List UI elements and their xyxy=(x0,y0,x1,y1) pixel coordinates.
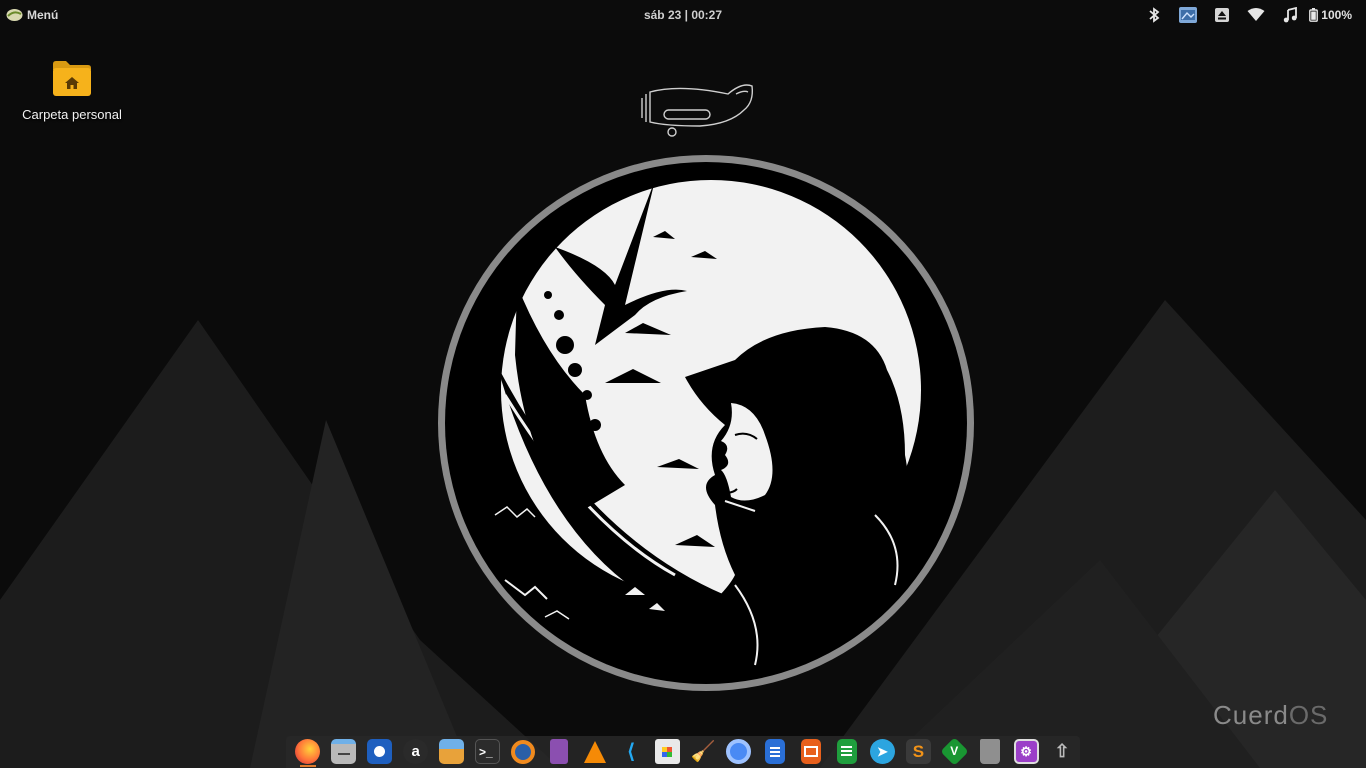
battery-percentage: 100% xyxy=(1321,8,1352,22)
chromium-icon xyxy=(726,739,752,764)
vscode-icon: ⟨ xyxy=(627,741,636,763)
dock-item-trash[interactable] xyxy=(972,736,1008,766)
dock-item-database[interactable] xyxy=(541,736,577,766)
airplane-logo xyxy=(641,84,754,137)
trash-icon xyxy=(980,739,1001,764)
dock-item-terminal[interactable]: >_ xyxy=(470,736,506,766)
battery-indicator[interactable]: 100% xyxy=(1309,8,1352,22)
terminal-icon: >_ xyxy=(474,739,500,764)
dock-item-vlc[interactable] xyxy=(577,736,613,766)
wallpaper-emblem xyxy=(438,155,974,691)
distro-brand-text: CuerdOS xyxy=(1213,700,1328,731)
cleaner-icon: 🧹 xyxy=(690,741,716,763)
distro-logo-icon xyxy=(6,9,23,21)
software-store-icon xyxy=(654,739,680,764)
calc-icon xyxy=(836,739,857,764)
top-panel: Menú sáb 23 | 00:27 100% xyxy=(0,0,1366,30)
sublime-text-icon: S xyxy=(905,739,931,764)
home-folder-icon xyxy=(53,61,91,96)
dock-item-vim[interactable]: V xyxy=(936,736,972,766)
bluetooth-icon[interactable] xyxy=(1137,5,1171,25)
menu-button[interactable]: Menú xyxy=(6,6,58,24)
dock-item-image-viewer[interactable] xyxy=(434,736,470,766)
screenshot-app-icon[interactable] xyxy=(1171,5,1205,25)
music-icon[interactable] xyxy=(1273,5,1307,25)
vim-icon: V xyxy=(940,737,969,766)
dock-item-blender[interactable] xyxy=(505,736,541,766)
database-icon xyxy=(550,739,569,764)
upload-tool-icon: ⇧ xyxy=(1054,741,1070,761)
dock-item-file-manager[interactable] xyxy=(326,736,362,766)
dock-item-chromium[interactable] xyxy=(721,736,757,766)
wifi-icon[interactable] xyxy=(1239,5,1273,25)
blender-icon xyxy=(511,739,536,764)
desktop-icon-home-folder[interactable]: Carpeta personal xyxy=(14,58,130,122)
telegram-icon: ➤ xyxy=(869,739,895,764)
dock-item-software-store[interactable] xyxy=(649,736,685,766)
remote-desktop-icon: ⚙ xyxy=(1013,739,1039,764)
dock-item-upload-tool[interactable]: ⇧ xyxy=(1044,736,1080,766)
dock-item-vscode[interactable]: ⟨ xyxy=(613,736,649,766)
dock-item-impress[interactable] xyxy=(793,736,829,766)
battery-icon xyxy=(1309,8,1319,22)
dock: a >_ ⟨ 🧹 ➤ S V ⚙ ⇧ xyxy=(286,736,1080,768)
brand-part-1: Cuerd xyxy=(1213,700,1289,730)
vlc-icon xyxy=(583,739,608,764)
menu-label: Menú xyxy=(27,8,59,22)
brand-part-2: OS xyxy=(1288,700,1329,730)
eject-icon[interactable] xyxy=(1205,5,1239,25)
amazon-icon: a xyxy=(403,739,429,764)
dock-item-remote-desktop[interactable]: ⚙ xyxy=(1008,736,1044,766)
dock-item-calc[interactable] xyxy=(829,736,865,766)
file-manager-icon xyxy=(331,739,357,764)
dock-item-amazon[interactable]: a xyxy=(398,736,434,766)
dock-item-firefox[interactable] xyxy=(290,736,326,767)
dock-item-sublime-text[interactable]: S xyxy=(900,736,936,766)
dock-item-telegram[interactable]: ➤ xyxy=(865,736,901,766)
dock-item-cleaner[interactable]: 🧹 xyxy=(685,736,721,766)
impress-icon xyxy=(800,739,821,764)
writer-icon xyxy=(764,739,785,764)
video-player-icon xyxy=(367,739,393,764)
desktop-icon-label: Carpeta personal xyxy=(22,107,122,122)
system-tray: 100% xyxy=(1137,5,1352,25)
firefox-icon xyxy=(295,739,321,764)
clock[interactable]: sáb 23 | 00:27 xyxy=(600,8,766,22)
dock-item-video-player[interactable] xyxy=(362,736,398,766)
image-viewer-icon xyxy=(439,739,465,764)
dock-item-writer[interactable] xyxy=(757,736,793,766)
